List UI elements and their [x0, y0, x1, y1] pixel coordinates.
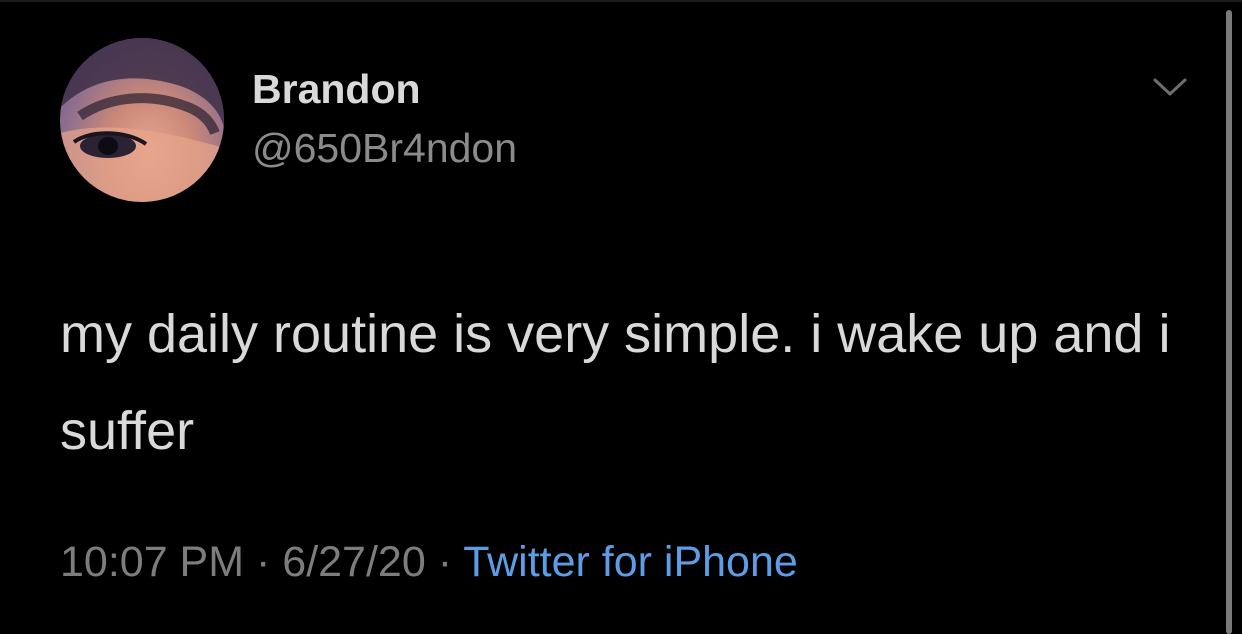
- tweet-metadata: 10:07 PM · 6/27/20 · Twitter for iPhone: [60, 538, 798, 587]
- tweet-card: Brandon @650Br4ndon my daily routine is …: [0, 0, 1242, 634]
- chevron-down-icon[interactable]: [1152, 76, 1188, 100]
- tweet-text: my daily routine is very simple. i wake …: [60, 304, 1171, 461]
- tweet-date: 6/27/20: [282, 538, 426, 586]
- avatar[interactable]: [60, 38, 224, 202]
- divider: [0, 0, 1242, 2]
- tweet-source-link[interactable]: Twitter for iPhone: [463, 538, 798, 586]
- meta-separator: ·: [425, 538, 464, 586]
- meta-separator: ·: [244, 538, 283, 586]
- scrollbar[interactable]: [1226, 10, 1232, 634]
- tweet-time: 10:07 PM: [60, 538, 245, 586]
- user-handle[interactable]: @650Br4ndon: [252, 125, 517, 172]
- display-name[interactable]: Brandon: [252, 66, 421, 113]
- avatar-image: [60, 38, 224, 202]
